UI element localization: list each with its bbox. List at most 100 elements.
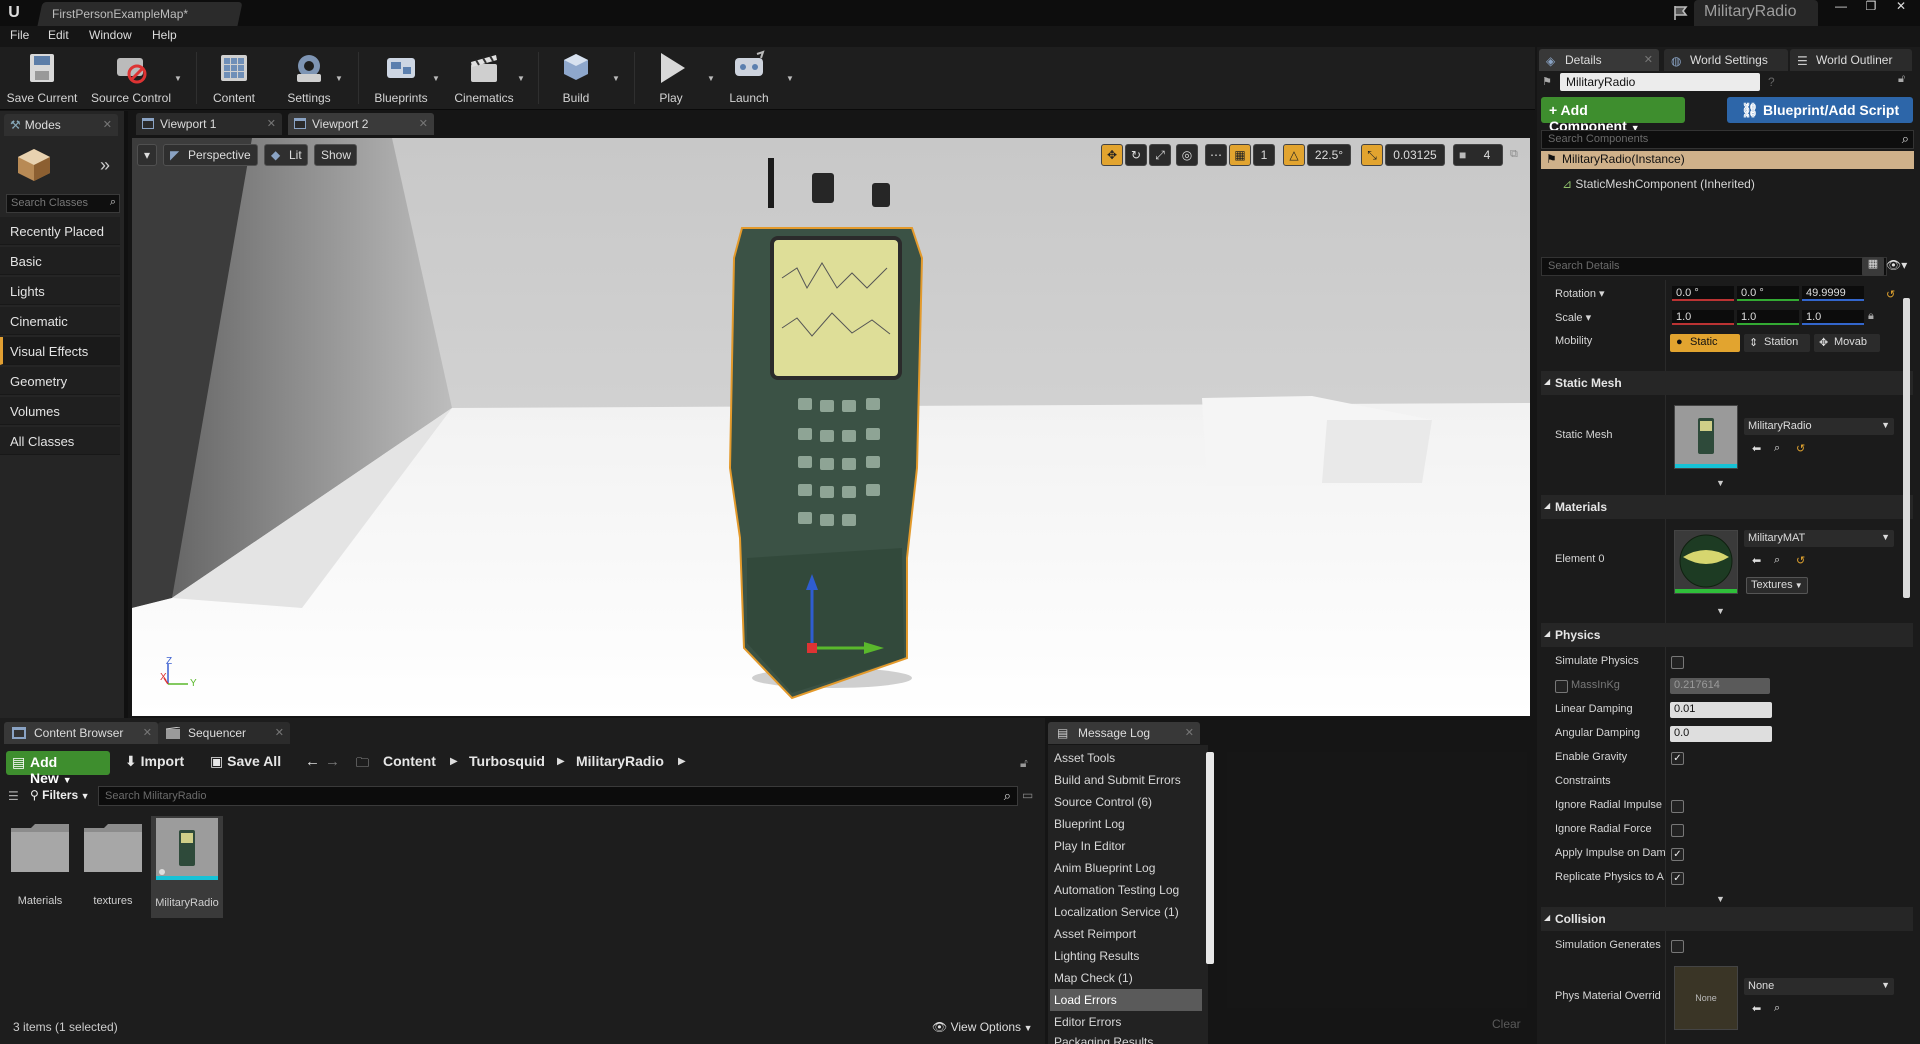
log-category-asset-tools[interactable]: Asset Tools (1050, 747, 1202, 769)
phys-material-thumbnail[interactable]: None (1674, 966, 1738, 1030)
mode-category-geometry[interactable]: Geometry (0, 367, 120, 395)
details-scrollbar[interactable] (1903, 298, 1910, 598)
expand-advanced-icon[interactable]: ▼ (1716, 894, 1725, 904)
tab-world-settings[interactable]: ◍ World Settings (1664, 49, 1788, 71)
clear-log-button[interactable]: Clear (1492, 1017, 1521, 1031)
blueprints-dropdown-icon[interactable]: ▼ (432, 74, 440, 83)
scale-z-field[interactable]: 1.0 (1802, 310, 1864, 325)
camera-speed-button[interactable]: ■ 4 (1453, 144, 1503, 166)
lock-icon[interactable]: 🔓︎ (1020, 756, 1028, 771)
breadcrumb-arrow-icon[interactable]: ▶ (557, 756, 565, 767)
apply-impulse-checkbox[interactable]: ✓ (1671, 848, 1684, 861)
breadcrumb-turbosquid[interactable]: Turbosquid (469, 753, 545, 769)
static-mesh-thumbnail[interactable] (1674, 405, 1738, 469)
grid-size[interactable]: 1 (1253, 144, 1275, 166)
reset-to-default-icon[interactable]: ↺ (1886, 288, 1895, 301)
log-category-play-in-editor[interactable]: Play In Editor (1050, 835, 1202, 857)
log-category-asset-reimport[interactable]: Asset Reimport (1050, 923, 1202, 945)
tab-sequencer[interactable]: Sequencer ✕ (158, 722, 290, 744)
textures-dropdown[interactable]: Textures ▼ (1746, 577, 1808, 594)
scale-snap-value[interactable]: 0.03125 (1385, 144, 1445, 166)
content-button[interactable]: Content (208, 50, 260, 106)
tab-viewport-2[interactable]: Viewport 2 ✕ (288, 113, 434, 135)
cinematics-button[interactable]: Cinematics (450, 50, 518, 106)
mobility-movable-button[interactable]: ✥ Movab (1814, 334, 1880, 352)
static-mesh-section-header[interactable]: ◢ Static Mesh (1541, 371, 1913, 395)
maximize-viewport-icon[interactable]: ⧉ (1510, 148, 1518, 161)
lit-button[interactable]: ◆ Lit (264, 144, 308, 166)
mode-category-lights[interactable]: Lights (0, 277, 120, 305)
forward-arrow-icon[interactable]: → (325, 753, 340, 770)
search-classes-input[interactable]: Search Classes ⌕ (6, 194, 120, 213)
play-dropdown-icon[interactable]: ▼ (707, 74, 715, 83)
modes-splitter[interactable] (124, 111, 128, 718)
linear-damping-field[interactable]: 0.01 (1670, 702, 1772, 718)
material-thumbnail[interactable] (1674, 530, 1738, 594)
phys-material-picker[interactable]: None ▼ (1744, 978, 1894, 995)
modes-tab[interactable]: ⚒ Modes ✕ (4, 114, 118, 136)
viewport-options-dropdown[interactable]: ▾ (137, 144, 157, 166)
collision-section-header[interactable]: ◢ Collision (1541, 907, 1913, 931)
mode-category-visual-effects[interactable]: Visual Effects (0, 337, 120, 365)
rotate-mode-icon[interactable]: ↻ (1125, 144, 1147, 166)
tab-message-log[interactable]: ▤ Message Log ✕ (1048, 722, 1200, 744)
translate-mode-icon[interactable]: ✥ (1101, 144, 1123, 166)
mode-category-cinematic[interactable]: Cinematic (0, 307, 120, 335)
component-static-mesh-item[interactable]: ⊿ StaticMeshComponent (Inherited) (1562, 177, 1755, 191)
back-arrow-icon[interactable]: ← (305, 753, 320, 770)
simulation-generates-checkbox[interactable] (1671, 940, 1684, 953)
scale-mode-icon[interactable]: ⤢ (1149, 144, 1171, 166)
search-militaryradio-input[interactable]: Search MilitaryRadio ⌕ (98, 786, 1018, 806)
log-category-editor-errors[interactable]: Editor Errors (1050, 1011, 1202, 1033)
log-category-map-check[interactable]: Map Check (1) (1050, 967, 1202, 989)
tab-close-icon[interactable]: ✕ (1185, 726, 1194, 739)
ignore-radial-force-checkbox[interactable] (1671, 824, 1684, 837)
surface-snap-icon[interactable]: ⋯ (1205, 144, 1227, 166)
help-icon[interactable]: ? (1768, 75, 1775, 89)
mass-override-checkbox[interactable] (1555, 680, 1568, 693)
document-tab[interactable]: FirstPersonExampleMap* (37, 2, 243, 26)
play-button[interactable]: Play (648, 50, 694, 106)
property-matrix-icon[interactable]: ▦ (1862, 257, 1884, 276)
perspective-button[interactable]: ◤ Perspective (163, 144, 258, 166)
component-root-item[interactable]: ⚑ MilitaryRadio(Instance) (1541, 151, 1914, 169)
minimize-icon[interactable]: — (1826, 0, 1856, 14)
log-category-packaging-results[interactable]: Packaging Results (1050, 1033, 1202, 1044)
materials-section-header[interactable]: ◢ Materials (1541, 495, 1913, 519)
tab-close-icon[interactable]: ✕ (1644, 53, 1653, 66)
breadcrumb-content[interactable]: Content (383, 753, 436, 769)
launch-button[interactable]: Launch (725, 50, 773, 106)
rotation-x-field[interactable]: 0.0 ° (1672, 286, 1734, 301)
angle-snap-value[interactable]: 22.5° (1307, 144, 1351, 166)
expand-advanced-icon[interactable]: ▼ (1716, 606, 1725, 616)
search-details-input[interactable]: Search Details⌕ (1541, 257, 1887, 276)
blueprint-add-script-button[interactable]: ⛓ Blueprint/Add Script (1727, 97, 1913, 123)
build-button[interactable]: Build (552, 50, 600, 106)
log-category-automation-testing-log[interactable]: Automation Testing Log (1050, 879, 1202, 901)
mobility-static-button[interactable]: ● Static (1670, 334, 1740, 352)
log-category-source-control[interactable]: Source Control (6) (1050, 791, 1202, 813)
lock-icon[interactable]: 🔓︎ (1898, 73, 1905, 86)
reset-to-default-icon[interactable]: ↺ (1796, 442, 1805, 455)
breadcrumb-arrow-icon[interactable]: ▶ (450, 756, 458, 767)
mode-category-all-classes[interactable]: All Classes (0, 427, 120, 455)
asset-folder-textures[interactable]: textures (78, 816, 148, 916)
add-component-button[interactable]: + Add Component ▼ (1541, 97, 1685, 134)
log-category-load-errors[interactable]: Load Errors (1050, 989, 1202, 1011)
rotation-label[interactable]: Rotation ▾ (1555, 287, 1685, 300)
tab-close-icon[interactable]: ✕ (267, 117, 276, 130)
breadcrumb-arrow-icon[interactable]: ▶ (678, 756, 686, 767)
mode-category-volumes[interactable]: Volumes (0, 397, 120, 425)
launch-dropdown-icon[interactable]: ▼ (786, 74, 794, 83)
message-log-scrollbar[interactable] (1206, 752, 1214, 964)
save-search-icon[interactable]: ▭ (1022, 788, 1033, 802)
tab-world-outliner[interactable]: ☰ World Outliner (1790, 49, 1912, 71)
tab-viewport-1[interactable]: Viewport 1 ✕ (136, 113, 282, 135)
mode-category-basic[interactable]: Basic (0, 247, 120, 275)
replicate-physics-checkbox[interactable]: ✓ (1671, 872, 1684, 885)
use-selected-arrow-icon[interactable]: ⬅ (1752, 1002, 1761, 1015)
scale-snap-icon[interactable]: ⤡ (1361, 144, 1383, 166)
log-category-anim-blueprint-log[interactable]: Anim Blueprint Log (1050, 857, 1202, 879)
tab-content-browser[interactable]: Content Browser ✕ (4, 722, 158, 744)
physics-section-header[interactable]: ◢ Physics (1541, 623, 1913, 647)
